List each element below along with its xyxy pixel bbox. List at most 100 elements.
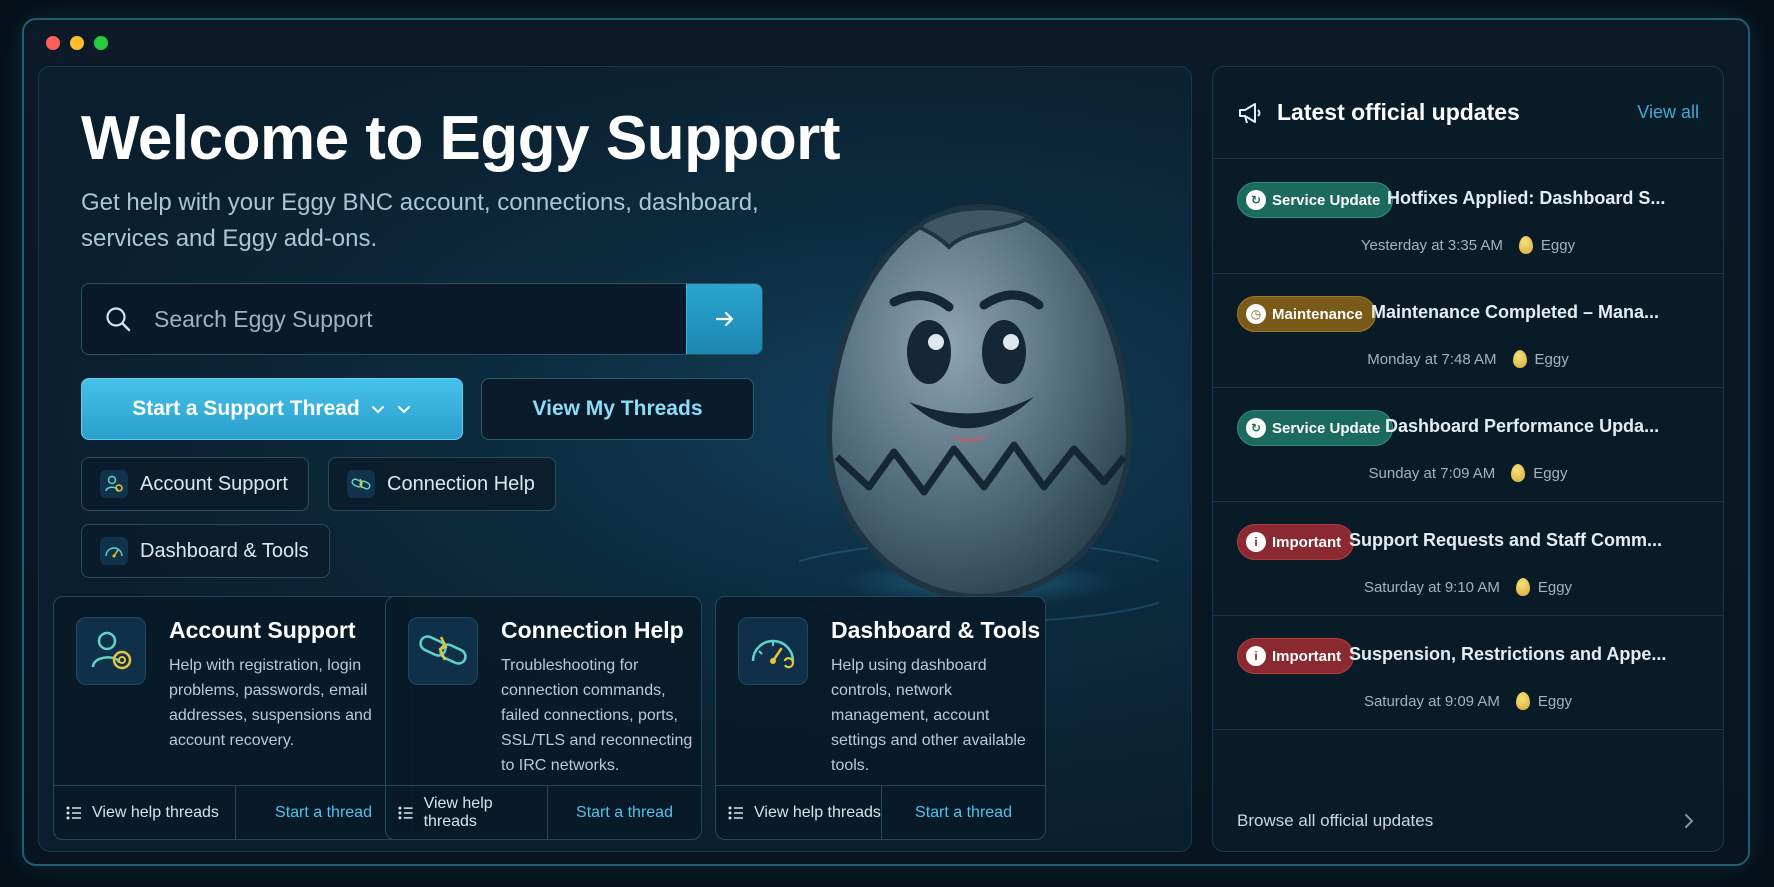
view-help-threads-link[interactable]: View help threads [54,786,236,839]
update-time: Yesterday at 3:35 AM [1360,236,1503,254]
update-author: Eggy [1534,350,1569,368]
user-support-icon [76,617,146,685]
info-icon: i [1246,646,1266,666]
card-footer: View help threads Start a thread [716,785,1045,839]
dashboard-gauge-icon [738,617,808,685]
update-author: Eggy [1540,236,1576,254]
update-author: Eggy [1537,578,1573,596]
start-a-thread-link[interactable]: Start a thread [882,786,1045,839]
update-meta: Monday at 7:48 AM Eggy [1213,350,1723,368]
update-item[interactable]: i Important Suspension, Restrictions and … [1213,616,1723,730]
minimize-window-button[interactable] [70,36,84,50]
status-badge: i Important [1237,524,1355,560]
start-support-thread-label: Start a Support Thread [132,397,360,420]
app-window: Welcome to Eggy Support Get help with yo… [22,18,1750,866]
window-controls [46,36,108,50]
updates-title: Latest official updates [1277,99,1520,125]
badge-label: Important [1272,533,1342,551]
card-title: Account Support [169,617,356,643]
search-bar [81,283,763,355]
card-description: Help using dashboard controls, network m… [831,657,1026,774]
update-meta: Saturday at 9:09 AM Eggy [1213,692,1723,710]
egg-avatar-icon [1515,578,1530,596]
badge-label: Service Update [1272,419,1381,437]
megaphone-icon [1239,102,1261,123]
chip-account-support[interactable]: Account Support [81,457,309,511]
card-title: Dashboard & Tools [831,617,1041,643]
refresh-icon: ↻ [1246,418,1266,438]
start-a-thread-link[interactable]: Start a thread [548,786,701,839]
browse-all-label: Browse all official updates [1237,811,1434,830]
official-updates-panel: Latest official updates View all ↻ Servic… [1212,66,1724,852]
update-title: Maintenance Completed – Mana... [1371,302,1660,322]
refresh-icon: ↻ [1246,190,1266,210]
egg-avatar-icon [1515,692,1530,710]
card-dashboard-tools: Dashboard & Tools Help using dashboard c… [715,596,1046,840]
chip-label: Dashboard & Tools [140,539,309,562]
chevron-down-icon [397,406,410,414]
view-my-threads-button[interactable]: View My Threads [481,378,754,440]
search-input[interactable] [154,305,686,333]
start-support-thread-button[interactable]: Start a Support Thread [81,378,463,440]
updates-header: Latest official updates View all [1213,67,1723,159]
card-account-support: Account Support Help with registration, … [53,596,412,840]
card-connection-help: Connection Help Troubleshooting for conn… [385,596,702,840]
close-window-button[interactable] [46,36,60,50]
user-icon [100,470,128,498]
card-description: Troubleshooting for connection commands,… [501,657,693,774]
update-author: Eggy [1537,692,1573,710]
view-help-threads-label: View help threads [92,803,219,821]
page-title: Welcome to Eggy Support [81,104,840,173]
update-item[interactable]: i Important Support Requests and Staff Co… [1213,502,1723,616]
list-icon [728,806,743,819]
update-title: Support Requests and Staff Comm... [1349,530,1663,550]
card-description: Help with registration, login problems, … [169,657,372,749]
hero-panel: Welcome to Eggy Support Get help with yo… [38,66,1192,852]
browse-all-updates-link[interactable]: Browse all official updates [1213,791,1723,851]
page-subtitle: Get help with your Eggy BNC account, con… [81,189,759,252]
view-all-link[interactable]: View all [1637,102,1699,123]
status-badge: ↻ Service Update [1237,410,1394,446]
arrow-right-icon [715,311,733,327]
gauge-icon [100,537,128,565]
update-item[interactable]: ↻ Service Update Dashboard Performance Up… [1213,388,1723,502]
card-footer: View help threads Start a thread [54,785,411,839]
timer-icon: ◷ [1246,304,1266,324]
view-help-threads-label: View help threads [423,794,493,830]
update-title: Dashboard Performance Upda... [1385,416,1660,436]
maximize-window-button[interactable] [94,36,108,50]
egg-avatar-icon [1518,236,1533,254]
search-icon [82,284,154,354]
chevron-right-icon [1685,814,1694,828]
badge-label: Service Update [1272,191,1381,209]
list-icon [66,806,81,819]
chip-label: Account Support [140,472,288,495]
chip-dashboard-tools[interactable]: Dashboard & Tools [81,524,330,578]
chip-connection-help[interactable]: Connection Help [328,457,556,511]
update-time: Saturday at 9:10 AM [1363,578,1500,596]
update-item[interactable]: ◷ Maintenance Maintenance Completed – Man… [1213,274,1723,388]
update-title: Suspension, Restrictions and Appe... [1349,644,1667,664]
update-time: Saturday at 9:09 AM [1363,692,1500,710]
chip-label: Connection Help [387,472,535,495]
info-icon: i [1246,532,1266,552]
status-badge: ↻ Service Update [1237,182,1394,218]
card-title: Connection Help [501,617,684,643]
list-icon [398,806,413,819]
view-help-threads-link[interactable]: View help threads [386,786,548,839]
connection-link-icon [408,617,478,685]
badge-label: Maintenance [1272,305,1363,323]
card-footer: View help threads Start a thread [386,785,701,839]
egg-avatar-icon [1511,464,1526,482]
view-help-threads-label: View help threads [754,803,881,821]
chevron-down-icon [371,406,384,414]
view-help-threads-link[interactable]: View help threads [716,786,882,839]
update-meta: Saturday at 9:10 AM Eggy [1213,578,1723,596]
status-badge: i Important [1237,638,1355,674]
search-submit-button[interactable] [686,284,762,354]
update-item[interactable]: ↻ Service Update Hotfixes Applied: Dashbo… [1213,160,1723,274]
update-meta: Sunday at 7:09 AM Eggy [1213,464,1723,482]
update-author: Eggy [1533,464,1568,482]
update-time: Monday at 7:48 AM [1367,350,1497,368]
status-badge: ◷ Maintenance [1237,296,1376,332]
